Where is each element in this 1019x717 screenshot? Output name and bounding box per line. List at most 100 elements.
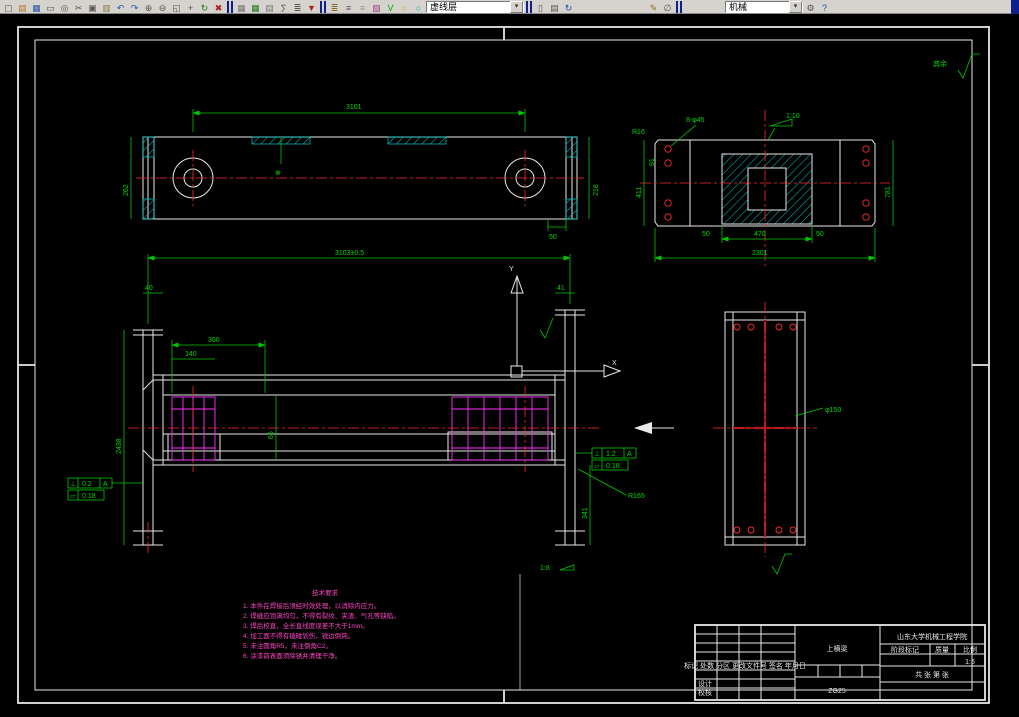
tech-req-item: 3. 焊后校直，全长直线度误差不大于1mm。 bbox=[243, 621, 369, 630]
tech-requirements: 技术要求 1. 本件在焊接后须经时效处理，以消除内应力。 2. 焊缝应饱满均匀，… bbox=[243, 588, 400, 660]
refresh-icon[interactable]: ↻ bbox=[562, 0, 575, 13]
title-block-design: 设计 bbox=[698, 679, 712, 688]
circle-cyan-icon[interactable]: ○ bbox=[412, 0, 425, 13]
dim-length: 3101 bbox=[346, 104, 362, 111]
zoom-in-icon[interactable]: ⊕ bbox=[142, 0, 155, 13]
paste-icon[interactable]: ▥ bbox=[100, 0, 113, 13]
toolbar-separator bbox=[320, 0, 326, 13]
title-block: 标记 处数 分区 更改文件号 签名 年月日 设计 校核 上横梁 ZG25 山东大… bbox=[684, 624, 986, 701]
filter-icon[interactable]: ▼ bbox=[305, 0, 318, 13]
toolbar-separator bbox=[526, 0, 532, 13]
chevron-down-icon[interactable]: ▾ bbox=[510, 0, 523, 13]
new-icon[interactable]: ▢ bbox=[2, 0, 15, 13]
view-side: φ150 bbox=[713, 302, 841, 575]
redraw-icon[interactable]: ↻ bbox=[198, 0, 211, 13]
style-combo[interactable]: 机械 ▾ bbox=[725, 0, 803, 13]
open-icon[interactable]: ▤ bbox=[16, 0, 29, 13]
redo-icon[interactable]: ↷ bbox=[128, 0, 141, 13]
scale-value: 1:5 bbox=[965, 659, 975, 666]
slope-label: 1:10 bbox=[786, 113, 800, 120]
check-icon[interactable]: V bbox=[384, 0, 397, 13]
slope-label: 1:8 bbox=[540, 565, 550, 572]
section-arrow-icon bbox=[634, 422, 674, 434]
tech-req-item: 5. 未注圆角R5，未注倒角C2。 bbox=[243, 641, 332, 650]
view-front: Y X 3103±0.5 40 41 300 140 65 341 2438 R… bbox=[67, 250, 674, 572]
measure-icon[interactable]: ∅ bbox=[661, 0, 674, 13]
axis-x-label: X bbox=[612, 360, 617, 367]
slope-triangle-icon bbox=[769, 118, 793, 127]
preview-icon[interactable]: ◎ bbox=[58, 0, 71, 13]
view-top-plan: 3101 262 218 50 ⊕ bbox=[123, 104, 600, 241]
dim-341: 341 bbox=[582, 507, 589, 519]
linetype-icon[interactable]: ≡ bbox=[342, 0, 355, 13]
color-icon[interactable]: ▧ bbox=[370, 0, 383, 13]
match-icon[interactable]: ▯ bbox=[534, 0, 547, 13]
cad-canvas[interactable]: 其余 3101 262 218 50 ⊕ 8-φ45 1:10 2301 470… bbox=[0, 14, 1019, 717]
pencil-icon[interactable]: ✎ bbox=[647, 0, 660, 13]
tech-req-item: 4. 加工面不得有磕碰划伤，锐边倒钝。 bbox=[243, 631, 354, 640]
chevron-down-icon[interactable]: ▾ bbox=[789, 0, 802, 13]
layer-combo[interactable]: 虚线层 ▾ bbox=[426, 0, 524, 13]
tolerance-frame-2: ▱ 0.18 bbox=[67, 489, 105, 501]
layer-combo-value: 虚线层 bbox=[430, 2, 458, 12]
roughness-icon bbox=[771, 553, 792, 575]
lineweight-icon[interactable]: ≡ bbox=[356, 0, 369, 13]
formula-icon[interactable]: ∑ bbox=[277, 0, 290, 13]
sheets: 共 张 第 张 bbox=[915, 670, 949, 679]
dim-side: 781 bbox=[885, 186, 892, 198]
toolbar-spacer bbox=[684, 6, 724, 7]
dim-inner: 470 bbox=[754, 231, 766, 238]
toolbar-separator bbox=[227, 0, 233, 13]
title-block-check: 校核 bbox=[698, 688, 712, 697]
svg-text:0.18: 0.18 bbox=[82, 493, 96, 500]
properties-icon[interactable]: ▤ bbox=[548, 0, 561, 13]
svg-text:0.18: 0.18 bbox=[606, 463, 620, 470]
cut-icon[interactable]: ✂ bbox=[72, 0, 85, 13]
help-icon[interactable]: ? bbox=[818, 0, 831, 13]
svg-text:0.2: 0.2 bbox=[82, 481, 92, 488]
tolerance-frame-3: ⊥ 1.2 A bbox=[575, 447, 637, 459]
material: ZG25 bbox=[828, 688, 846, 695]
zoom-window-icon[interactable]: ◱ bbox=[170, 0, 183, 13]
table-icon[interactable]: ▦ bbox=[249, 0, 262, 13]
toolbar-spacer bbox=[576, 6, 646, 7]
gear-icon[interactable]: ⚙ bbox=[804, 0, 817, 13]
print-icon[interactable]: ▭ bbox=[44, 0, 57, 13]
dim-height-left: 262 bbox=[123, 184, 130, 196]
svg-text:1.2: 1.2 bbox=[606, 451, 616, 458]
tech-req-item: 1. 本件在焊接后须经时效处理，以消除内应力。 bbox=[243, 601, 380, 610]
dim-65: 65 bbox=[268, 431, 275, 439]
toolbar: ▢ ▤ ▦ ▭ ◎ ✂ ▣ ▥ ↶ ↷ ⊕ ⊖ ◱ + ↻ ✖ ▦ ▦ ▤ ∑ … bbox=[0, 0, 1019, 14]
zoom-out-icon[interactable]: ⊖ bbox=[156, 0, 169, 13]
save-icon[interactable]: ▦ bbox=[30, 0, 43, 13]
sort-icon[interactable]: ≣ bbox=[291, 0, 304, 13]
grid-icon[interactable]: ▦ bbox=[235, 0, 248, 13]
dim-right-gap: 41 bbox=[557, 285, 565, 292]
dim-300: 300 bbox=[208, 337, 220, 344]
undo-icon[interactable]: ↶ bbox=[114, 0, 127, 13]
circle-yellow-icon[interactable]: ○ bbox=[398, 0, 411, 13]
dim-2438: 2438 bbox=[116, 438, 123, 454]
pan-icon[interactable]: + bbox=[184, 0, 197, 13]
tech-req-item: 2. 焊缝应饱满均匀，不得有裂纹、夹渣、气孔等缺陷。 bbox=[243, 611, 400, 620]
position-mark: ⊕ bbox=[275, 170, 281, 177]
style-combo-value: 机械 bbox=[729, 2, 748, 12]
tech-req-title: 技术要求 bbox=[312, 588, 339, 597]
dim-radius: R16 bbox=[632, 129, 645, 136]
sheet-icon[interactable]: ▤ bbox=[263, 0, 276, 13]
dim-top-edge: 91 bbox=[649, 158, 656, 166]
tech-req-item: 6. 涂漆前表面须除锈并清理干净。 bbox=[243, 651, 341, 660]
stage-label: 阶段标记 bbox=[891, 645, 919, 654]
toolbar-separator bbox=[676, 0, 682, 13]
dim-length: 3103±0.5 bbox=[335, 250, 364, 257]
drawing-svg: 其余 3101 262 218 50 ⊕ 8-φ45 1:10 2301 470… bbox=[17, 26, 990, 704]
mass-label: 质量 bbox=[935, 645, 949, 654]
dim-width: 2301 bbox=[752, 250, 768, 257]
copy-icon[interactable]: ▣ bbox=[86, 0, 99, 13]
tolerance-frame-1: ⊥ 0.2 A bbox=[67, 477, 143, 489]
erase-icon[interactable]: ✖ bbox=[212, 0, 225, 13]
dim-height: 411 bbox=[636, 187, 643, 198]
title-block-header: 标记 处数 分区 更改文件号 签名 年月日 bbox=[684, 661, 806, 670]
layers-icon[interactable]: ≣ bbox=[328, 0, 341, 13]
dim-height-right: 218 bbox=[593, 184, 600, 196]
